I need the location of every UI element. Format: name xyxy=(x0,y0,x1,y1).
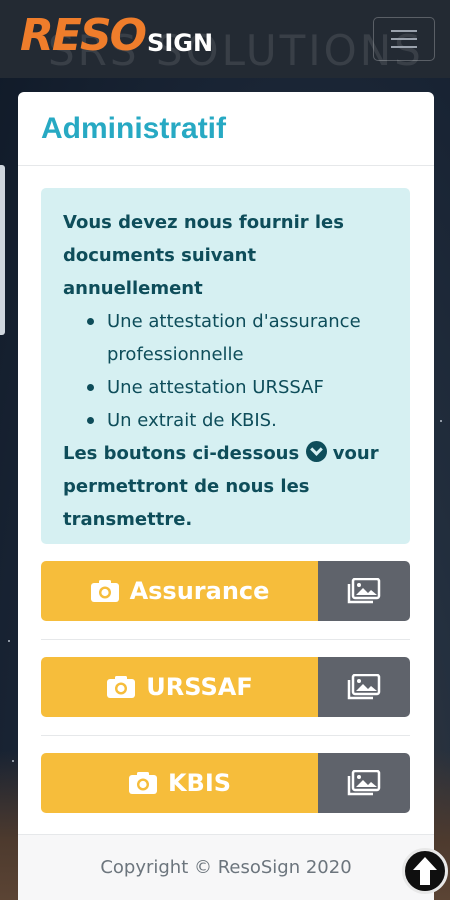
list-item: Une attestation URSSAF xyxy=(85,371,388,404)
kbis-camera-button[interactable]: KBIS xyxy=(41,753,318,813)
kbis-gallery-button[interactable] xyxy=(318,753,410,813)
upload-row-assurance: Assurance xyxy=(41,561,410,621)
background-star xyxy=(8,640,10,642)
upload-row-kbis: KBIS xyxy=(41,753,410,813)
upload-row-urssaf: URSSAF xyxy=(41,657,410,717)
urssaf-gallery-button[interactable] xyxy=(318,657,410,717)
card-footer: Copyright © ResoSign 2020 xyxy=(18,834,434,900)
urssaf-label: URSSAF xyxy=(146,673,253,701)
page-title: Administratif xyxy=(41,111,227,145)
gallery-icon xyxy=(347,770,381,796)
logo[interactable]: RESO SIGN xyxy=(20,14,213,58)
list-item: Un extrait de KBIS. xyxy=(85,404,388,437)
top-navbar: SRS SOLUTIONS RESO SIGN xyxy=(0,0,450,78)
divider xyxy=(41,639,410,640)
logo-reso-text: RESO xyxy=(20,10,147,61)
side-drawer-handle[interactable] xyxy=(0,165,5,335)
assurance-gallery-button[interactable] xyxy=(318,561,410,621)
gallery-icon xyxy=(347,578,381,604)
scroll-to-top-icon[interactable] xyxy=(402,848,448,894)
list-item: Une attestation d'assurance professionne… xyxy=(85,305,388,371)
logo-sign-text: SIGN xyxy=(147,29,214,57)
background-star xyxy=(440,420,442,422)
documents-list: Une attestation d'assurance professionne… xyxy=(85,305,388,437)
administratif-card: Administratif Vous devez nous fournir le… xyxy=(18,92,434,900)
camera-icon xyxy=(90,580,119,602)
kbis-label: KBIS xyxy=(167,769,232,797)
assurance-label: Assurance xyxy=(129,577,270,605)
arrow-up-icon xyxy=(413,857,437,885)
urssaf-camera-button[interactable]: URSSAF xyxy=(41,657,318,717)
info-outro: Les boutons ci-dessous vour permettront … xyxy=(63,437,388,536)
info-alert: Vous devez nous fournir les documents su… xyxy=(41,188,410,544)
camera-icon xyxy=(128,772,157,794)
info-outro-text-1: Les boutons ci-dessous xyxy=(63,443,300,464)
gallery-icon xyxy=(347,674,381,700)
divider xyxy=(41,735,410,736)
camera-icon xyxy=(107,676,136,698)
card-header: Administratif xyxy=(18,92,434,166)
info-intro: Vous devez nous fournir les documents su… xyxy=(63,212,344,299)
chevron-down-circle-icon xyxy=(305,441,327,462)
background-star xyxy=(12,760,14,762)
copyright-text: Copyright © ResoSign 2020 xyxy=(100,857,352,878)
hamburger-menu-icon[interactable] xyxy=(373,17,435,61)
assurance-camera-button[interactable]: Assurance xyxy=(41,561,318,621)
